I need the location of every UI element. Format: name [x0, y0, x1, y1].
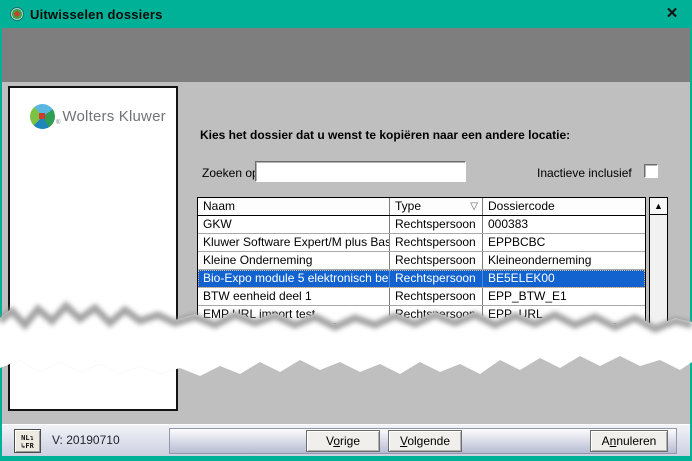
cell-type: Rechtspersoon: [390, 288, 483, 305]
table-row-selected[interactable]: Bio-Expo module 5 elektronisch betaling …: [198, 270, 645, 288]
close-icon[interactable]: ✕: [662, 4, 682, 24]
language-line-nl: NL↴: [21, 434, 34, 442]
volgende-button[interactable]: Volgende: [388, 430, 462, 452]
cell-dossiercode: EPPBCBC: [483, 234, 645, 251]
table-row[interactable]: Kluwer Software Expert/M plus Basecc Rec…: [198, 234, 645, 252]
table-scrollbar[interactable]: ▲: [649, 197, 668, 331]
cell-naam: EMP URL import test: [198, 306, 390, 323]
cell-type: Rechtspersoon: [390, 306, 483, 323]
gray-banner: [2, 28, 690, 82]
table-row[interactable]: BTW eenheid deel 1 Rechtspersoon EPP_BTW…: [198, 288, 645, 306]
cell-naam: Kleine Onderneming: [198, 252, 390, 269]
statusbar: NL↴↳FR V: 20190710 Vorige Volgende Annul…: [2, 424, 690, 456]
window-border-bottom: [0, 456, 692, 461]
registered-mark: ®: [56, 120, 60, 126]
cell-naam: Bio-Expo module 5 elektronisch betaling: [198, 270, 390, 287]
search-input[interactable]: [255, 161, 466, 182]
cell-dossiercode: 000383: [483, 216, 645, 233]
vorige-button[interactable]: Vorige: [306, 430, 380, 452]
column-header-type[interactable]: Type ▽: [390, 198, 483, 215]
vorige-label-post: rige: [340, 434, 360, 448]
cell-type: Rechtspersoon: [390, 270, 483, 287]
dialog-heading: Kies het dossier dat u wenst te kopiëren…: [200, 128, 660, 142]
cell-type: Rechtspersoon: [390, 216, 483, 233]
cell-dossiercode: Kleineonderneming: [483, 252, 645, 269]
scroll-up-icon[interactable]: ▲: [650, 198, 667, 215]
volgende-label-post: olgende: [407, 434, 450, 448]
annuleren-button[interactable]: Annuleren: [590, 430, 668, 452]
inactive-checkbox[interactable]: [644, 164, 658, 178]
sort-descending-icon: ▽: [470, 198, 478, 215]
wolters-kluwer-panel: ® Wolters Kluwer: [8, 86, 178, 336]
cell-type: Rechtspersoon: [390, 234, 483, 251]
version-label: V: 20190710: [52, 425, 120, 456]
table-row[interactable]: Kleine Onderneming Rechtspersoon Kleineo…: [198, 252, 645, 270]
annuleren-label-pre: A: [602, 434, 610, 448]
column-header-dossiercode[interactable]: Dossiercode: [483, 198, 645, 215]
dossier-table: Naam Type ▽ Dossiercode GKW Rechtspersoo…: [197, 197, 646, 325]
inactive-checkbox-label: Inactieve inclusief: [537, 166, 632, 180]
window-titlebar: Uitwisselen dossiers ✕: [0, 0, 692, 28]
language-toggle-button[interactable]: NL↴↳FR: [14, 429, 41, 453]
vorige-label-underline: o: [333, 434, 340, 448]
table-row[interactable]: EMP URL import test Rechtspersoon EPP_UR…: [198, 306, 645, 324]
language-line-fr: ↳FR: [21, 442, 34, 450]
app-logo-icon: [10, 7, 24, 21]
cell-naam: BTW eenheid deel 1: [198, 288, 390, 305]
table-row[interactable]: GKW Rechtspersoon 000383: [198, 216, 645, 234]
wolters-kluwer-panel-bottom: [8, 345, 178, 411]
search-label: Zoeken op:: [202, 166, 262, 180]
column-header-type-label: Type: [395, 199, 421, 213]
window-title: Uitwisselen dossiers: [30, 7, 163, 22]
cell-naam: Kluwer Software Expert/M plus Basecc: [198, 234, 390, 251]
uitwisselen-dossiers-dialog: Uitwisselen dossiers ✕ ® Wolters Kluwer …: [0, 0, 692, 461]
cell-dossiercode: EPP_URL: [483, 306, 645, 323]
annuleren-label-post: nuleren: [616, 434, 656, 448]
wolters-kluwer-logo-text: Wolters Kluwer: [62, 108, 165, 125]
cell-naam: GKW: [198, 216, 390, 233]
cell-type: Rechtspersoon: [390, 252, 483, 269]
table-header-row: Naam Type ▽ Dossiercode: [198, 198, 645, 216]
column-header-naam[interactable]: Naam: [198, 198, 390, 215]
cell-dossiercode: BE5ELEK00: [483, 270, 645, 287]
cell-dossiercode: EPP_BTW_E1: [483, 288, 645, 305]
wolters-kluwer-logo-icon: [30, 104, 55, 129]
